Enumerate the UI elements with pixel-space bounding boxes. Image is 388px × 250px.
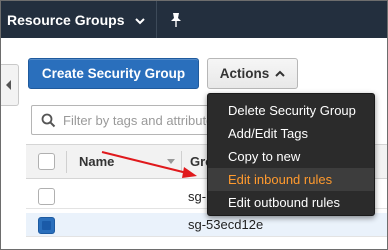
sort-caret-icon[interactable]	[167, 159, 175, 165]
select-all-checkbox[interactable]	[38, 153, 55, 170]
resource-groups-menu[interactable]: Resource Groups	[1, 1, 146, 38]
chevron-down-icon	[135, 17, 146, 24]
top-nav-bar: Resource Groups	[1, 1, 387, 38]
actions-button[interactable]: Actions	[207, 58, 298, 89]
menu-item-edit-outbound-rules[interactable]: Edit outbound rules	[208, 191, 374, 214]
nav-divider	[156, 1, 158, 38]
sidebar-toggle[interactable]	[1, 64, 19, 106]
chevron-up-icon	[275, 70, 285, 77]
menu-item-edit-inbound-rules[interactable]: Edit inbound rules	[208, 168, 374, 191]
column-header-name[interactable]: Name	[79, 154, 114, 169]
console-window: Resource Groups Create Security Group Ac…	[0, 0, 388, 250]
chevron-left-icon	[6, 80, 11, 90]
row-checkbox-checked[interactable]	[38, 217, 55, 234]
group-id-cell: sg-	[188, 189, 207, 204]
search-icon	[41, 113, 56, 127]
table-row-selected[interactable]: sg-53ecd12e	[26, 213, 387, 237]
create-security-group-button[interactable]: Create Security Group	[28, 58, 199, 89]
row-checkbox[interactable]	[38, 188, 55, 205]
resource-groups-label: Resource Groups	[7, 11, 125, 28]
create-security-group-label: Create Security Group	[41, 66, 186, 81]
menu-item-copy-to-new[interactable]: Copy to new	[208, 145, 374, 168]
group-id-cell: sg-53ecd12e	[188, 217, 264, 232]
menu-item-add-edit-tags[interactable]: Add/Edit Tags	[208, 122, 374, 145]
actions-dropdown-menu: Delete Security Group Add/Edit Tags Copy…	[207, 93, 375, 216]
actions-label: Actions	[219, 66, 270, 81]
pin-icon[interactable]	[169, 12, 183, 28]
menu-item-delete-security-group[interactable]: Delete Security Group	[208, 99, 374, 122]
column-divider	[66, 151, 67, 173]
column-divider	[181, 151, 182, 173]
